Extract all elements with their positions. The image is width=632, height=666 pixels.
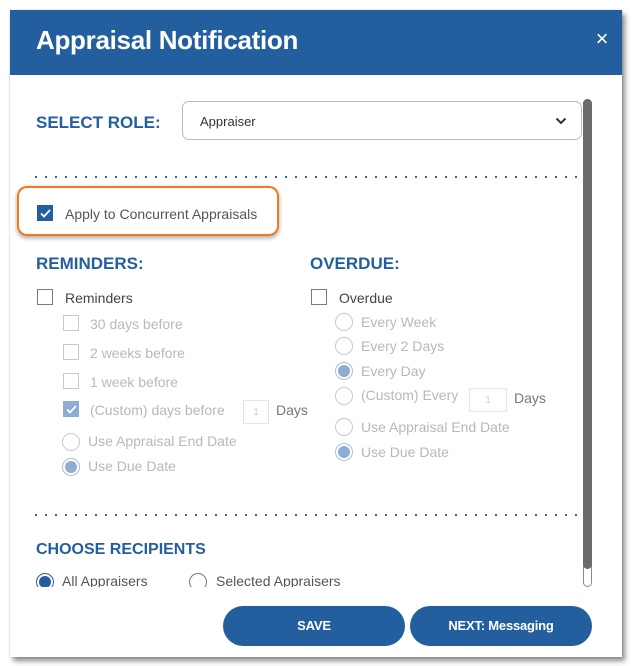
reminders-checkbox[interactable] bbox=[37, 289, 53, 305]
overdue-use-due-date-label: Use Due Date bbox=[361, 444, 449, 460]
overdue-days-unit-label: Days bbox=[514, 390, 546, 406]
reminder-30-days-checkbox[interactable] bbox=[63, 315, 79, 331]
all-appraisers-radio[interactable] bbox=[36, 573, 54, 587]
divider-bottom bbox=[31, 514, 579, 516]
overdue-label: Overdue bbox=[339, 290, 393, 306]
selected-appraisers-radio[interactable] bbox=[189, 573, 207, 587]
save-button[interactable]: SAVE bbox=[223, 606, 405, 646]
dialog-header: Appraisal Notification × bbox=[10, 10, 622, 75]
reminder-1-week-label: 1 week before bbox=[90, 374, 178, 390]
reminder-2-weeks-checkbox[interactable] bbox=[63, 344, 79, 360]
reminder-1-week-checkbox[interactable] bbox=[63, 373, 79, 389]
reminder-use-end-date-label: Use Appraisal End Date bbox=[88, 433, 237, 449]
next-messaging-button[interactable]: NEXT: Messaging bbox=[410, 606, 592, 646]
reminder-custom-checkbox[interactable] bbox=[63, 401, 79, 417]
close-icon[interactable]: × bbox=[592, 27, 612, 51]
overdue-heading: OVERDUE: bbox=[310, 254, 400, 273]
all-appraisers-label: All Appraisers bbox=[62, 573, 148, 587]
overdue-every-week-radio[interactable] bbox=[335, 313, 353, 331]
checkmark-icon bbox=[40, 209, 51, 218]
overdue-custom-radio[interactable] bbox=[335, 387, 353, 405]
dialog-title: Appraisal Notification bbox=[36, 25, 299, 55]
concurrent-label: Apply to Concurrent Appraisals bbox=[65, 206, 258, 222]
overdue-use-due-date-radio[interactable] bbox=[335, 443, 353, 461]
divider-top bbox=[31, 176, 579, 178]
overdue-every-week-label: Every Week bbox=[361, 314, 437, 330]
reminder-30-days-label: 30 days before bbox=[90, 316, 183, 332]
reminder-days-unit-label: Days bbox=[276, 402, 308, 418]
selected-appraisers-label: Selected Appraisers bbox=[216, 573, 341, 587]
overdue-every-2-days-label: Every 2 Days bbox=[361, 338, 445, 354]
overdue-custom-days-input[interactable]: 1 bbox=[469, 388, 507, 412]
reminder-custom-label: (Custom) days before bbox=[90, 402, 225, 418]
reminder-use-due-date-label: Use Due Date bbox=[88, 458, 176, 474]
overdue-use-end-date-label: Use Appraisal End Date bbox=[361, 419, 510, 435]
reminder-use-due-date-radio[interactable] bbox=[62, 458, 80, 476]
concurrent-checkbox[interactable] bbox=[37, 205, 53, 221]
overdue-every-day-label: Every Day bbox=[361, 363, 426, 379]
reminders-heading: REMINDERS: bbox=[36, 254, 144, 273]
overdue-every-day-radio[interactable] bbox=[335, 362, 353, 380]
overdue-every-2-days-radio[interactable] bbox=[335, 337, 353, 355]
select-role-label: SELECT ROLE: bbox=[36, 113, 161, 132]
chevron-down-icon bbox=[555, 117, 567, 125]
overdue-use-end-date-radio[interactable] bbox=[335, 418, 353, 436]
reminder-2-weeks-label: 2 weeks before bbox=[90, 345, 185, 361]
reminder-custom-days-input[interactable]: 1 bbox=[243, 400, 269, 424]
role-select[interactable]: Appraiser bbox=[182, 101, 582, 140]
reminder-use-end-date-radio[interactable] bbox=[62, 433, 80, 451]
appraisal-notification-dialog: Appraisal Notification × SELECT ROLE: Ap… bbox=[10, 10, 622, 657]
scrollbar-thumb[interactable] bbox=[583, 99, 592, 569]
checkmark-icon bbox=[66, 405, 77, 414]
overdue-checkbox[interactable] bbox=[311, 289, 327, 305]
reminders-label: Reminders bbox=[65, 290, 133, 306]
choose-recipients-heading: CHOOSE RECIPIENTS bbox=[36, 541, 206, 558]
role-select-value: Appraiser bbox=[200, 114, 256, 129]
overdue-custom-label: (Custom) Every bbox=[361, 387, 459, 403]
recipients-options: All Appraisers Selected Appraisers bbox=[10, 570, 575, 587]
